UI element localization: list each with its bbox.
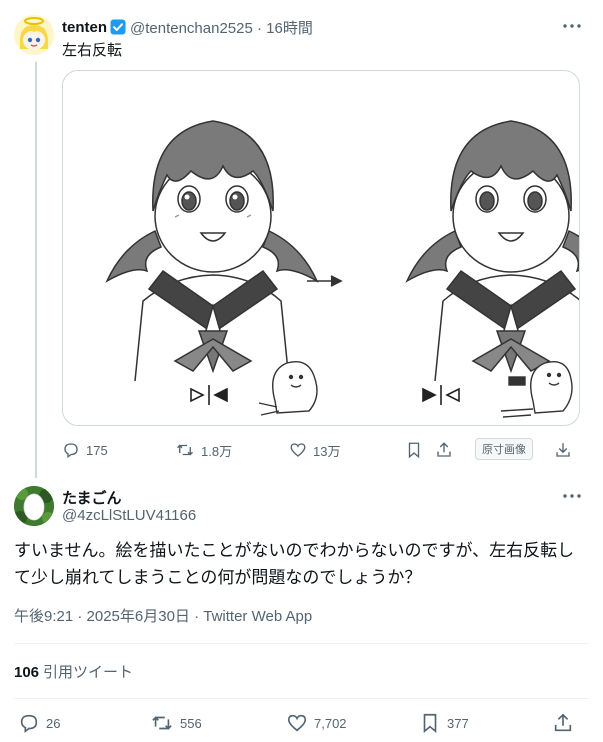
share-icon — [554, 713, 572, 732]
divider — [14, 643, 589, 644]
like-count: 13万 — [313, 443, 341, 459]
more-icon[interactable] — [560, 16, 584, 36]
reply-author-name[interactable]: たまごん — [62, 487, 122, 508]
bookmark-icon — [423, 713, 437, 734]
illustration-drawing — [105, 120, 579, 418]
reply-count: 175 — [86, 442, 108, 458]
like-icon — [287, 714, 307, 732]
share-button[interactable] — [435, 438, 459, 462]
reply-count: 26 — [46, 715, 61, 731]
reply-button[interactable]: 26 — [18, 711, 60, 735]
reply-text: すいません。絵を描いたことがないのでわからないのですが、左右反転して少し崩れてし… — [14, 541, 575, 587]
flip-icon — [422, 385, 460, 405]
quote-count: 106 — [14, 664, 40, 681]
reply-timestamp[interactable]: 午後9:21 · 2025年6月30日 · Twitter Web App — [14, 605, 312, 626]
flip-icon — [190, 385, 228, 405]
like-count: 7,702 — [314, 715, 347, 731]
reply-icon — [20, 714, 38, 733]
original-image-button[interactable]: 原寸画像 — [475, 438, 533, 460]
like-icon — [290, 443, 306, 457]
tweet-image[interactable] — [62, 70, 580, 426]
thread-connector-line — [35, 62, 37, 478]
retweet-icon — [152, 716, 172, 730]
reply-author-handle[interactable]: @4zcLlStLUV41166 — [62, 507, 196, 524]
parent-tweet-header: tenten @tentenchan2525 · 16時間 — [62, 17, 583, 37]
avatar-tenten[interactable] — [14, 15, 54, 55]
bookmark-button[interactable] — [405, 438, 429, 462]
retweet-button[interactable]: 556 — [150, 711, 202, 735]
retweet-count: 1.8万 — [201, 443, 233, 459]
bookmark-count: 377 — [447, 715, 469, 731]
share-icon — [437, 442, 451, 457]
quote-label: 引用ツイート — [43, 664, 134, 681]
girl-illustration-right — [405, 120, 579, 382]
author-handle-time[interactable]: @tentenchan2525 · 16時間 — [130, 17, 313, 38]
like-button[interactable]: 7,702 — [286, 711, 347, 735]
quote-tweets-link[interactable]: 106 引用ツイート — [14, 661, 133, 682]
download-icon — [556, 443, 570, 457]
like-button[interactable]: 13万 — [289, 438, 340, 462]
more-icon[interactable] — [560, 486, 584, 506]
parent-actions: 175 1.8万 13万 原寸画像 — [62, 438, 580, 462]
girl-illustration-left — [105, 120, 319, 382]
share-button[interactable] — [552, 711, 580, 735]
bookmark-icon — [408, 442, 420, 459]
tweet-text: 左右反転 — [62, 42, 123, 59]
reply-actions: 26 556 7,702 377 — [14, 711, 589, 735]
retweet-button[interactable]: 1.8万 — [175, 438, 232, 462]
reply-icon — [64, 443, 78, 459]
divider — [14, 698, 589, 699]
retweet-count: 556 — [180, 715, 202, 731]
reply-button[interactable]: 175 — [62, 438, 108, 462]
retweet-icon — [177, 444, 193, 456]
avatar-tamagon[interactable] — [14, 486, 54, 526]
bookmark-button[interactable]: 377 — [419, 711, 469, 735]
author-name[interactable]: tenten — [62, 19, 107, 36]
download-button[interactable] — [554, 438, 578, 462]
verified-icon — [110, 19, 126, 35]
